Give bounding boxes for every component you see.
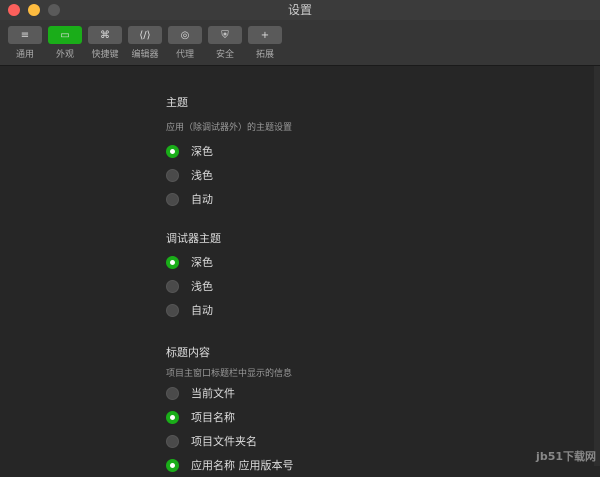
globe-icon: ◎ (168, 26, 202, 44)
radio-label: 自动 (191, 193, 213, 206)
tab-label: 拓展 (255, 50, 274, 60)
tab-label: 外观 (55, 50, 74, 60)
zoom-button[interactable] (48, 4, 60, 16)
tab-security[interactable]: ⛨ 安全 (208, 20, 242, 65)
radio-checked-icon (166, 144, 179, 158)
section-title: 标题内容 (166, 346, 210, 359)
toolbar: ≡ 通用 ▭ 外观 ⌘ 快捷键 ⟨/⟩ 编辑器 ◎ 代理 ⛨ 安全 + 拓展 (0, 20, 600, 66)
watermark: jb51下载网 (536, 450, 596, 463)
tab-label: 编辑器 (131, 50, 159, 60)
radio-label: 应用名称 应用版本号 (191, 459, 294, 472)
radio-theme-dark[interactable]: 深色 (166, 139, 292, 163)
radio-label: 当前文件 (191, 387, 235, 400)
radio-label: 浅色 (191, 169, 213, 182)
debugger-theme-section: 调试器主题 深色 浅色 自动 (166, 230, 221, 322)
title-content-section: 标题内容 项目主窗口标题栏中显示的信息 当前文件 项目名称 项目文件夹名 应用名… (166, 344, 294, 477)
plus-icon: + (248, 26, 282, 44)
tab-editor[interactable]: ⟨/⟩ 编辑器 (128, 20, 162, 65)
radio-checked-icon (166, 458, 179, 472)
title-bar: 设置 (0, 0, 600, 20)
radio-label: 项目文件夹名 (191, 435, 257, 448)
radio-debugger-auto[interactable]: 自动 (166, 298, 221, 322)
radio-label: 项目名称 (191, 411, 235, 424)
section-subtitle: 应用（除调试器外）的主题设置 (166, 123, 293, 133)
command-icon: ⌘ (88, 26, 122, 44)
window-title: 设置 (287, 3, 312, 17)
tab-label: 通用 (15, 50, 34, 60)
scrollbar[interactable] (594, 66, 600, 466)
radio-unchecked-icon (166, 386, 179, 400)
tab-general[interactable]: ≡ 通用 (8, 20, 42, 65)
section-subtitle: 项目主窗口标题栏中显示的信息 (166, 369, 293, 379)
tab-shortcuts[interactable]: ⌘ 快捷键 (88, 20, 122, 65)
radio-debugger-dark[interactable]: 深色 (166, 250, 221, 274)
radio-label: 深色 (191, 145, 213, 158)
radio-unchecked-icon (166, 303, 179, 317)
theme-section: 主题 应用（除调试器外）的主题设置 深色 浅色 自动 (166, 94, 292, 211)
minimize-button[interactable] (28, 4, 40, 16)
radio-unchecked-icon (166, 279, 179, 293)
tab-label: 安全 (215, 50, 234, 60)
window-icon: ▭ (48, 26, 82, 44)
section-title: 调试器主题 (166, 232, 221, 245)
radio-checked-icon (166, 410, 179, 424)
section-title: 主题 (166, 96, 188, 109)
tab-label: 快捷键 (91, 50, 119, 60)
radio-unchecked-icon (166, 434, 179, 448)
sliders-icon: ≡ (8, 26, 42, 44)
tab-label: 代理 (175, 50, 194, 60)
tab-proxy[interactable]: ◎ 代理 (168, 20, 202, 65)
code-icon: ⟨/⟩ (128, 26, 162, 44)
close-button[interactable] (8, 4, 20, 16)
radio-debugger-light[interactable]: 浅色 (166, 274, 221, 298)
radio-theme-auto[interactable]: 自动 (166, 187, 292, 211)
radio-app-name-version[interactable]: 应用名称 应用版本号 (166, 453, 294, 477)
shield-icon: ⛨ (208, 26, 242, 44)
radio-project-folder[interactable]: 项目文件夹名 (166, 429, 294, 453)
tab-appearance[interactable]: ▭ 外观 (48, 20, 82, 65)
radio-project-name[interactable]: 项目名称 (166, 405, 294, 429)
radio-current-file[interactable]: 当前文件 (166, 381, 294, 405)
radio-label: 深色 (191, 256, 213, 269)
radio-unchecked-icon (166, 192, 179, 206)
radio-label: 自动 (191, 304, 213, 317)
radio-unchecked-icon (166, 168, 179, 182)
radio-label: 浅色 (191, 280, 213, 293)
tab-extensions[interactable]: + 拓展 (248, 20, 282, 65)
radio-theme-light[interactable]: 浅色 (166, 163, 292, 187)
radio-checked-icon (166, 255, 179, 269)
